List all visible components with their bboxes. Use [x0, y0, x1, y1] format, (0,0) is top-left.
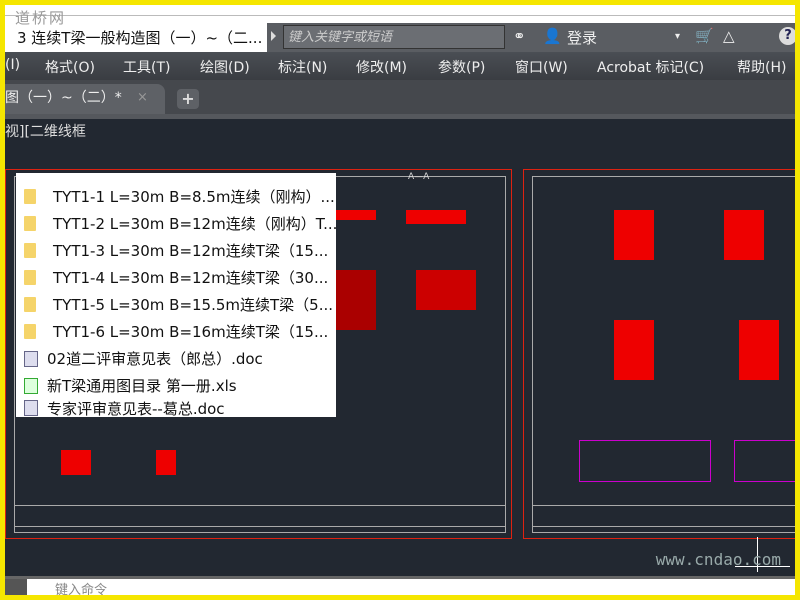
- list-item[interactable]: TYT1-6 L=30m B=16m连续T梁（15...: [24, 318, 328, 345]
- command-options-button[interactable]: [5, 579, 27, 595]
- command-input[interactable]: 键入命令: [55, 579, 107, 595]
- item-label: 专家评审意见表--葛总.doc: [47, 399, 225, 418]
- logo: 道桥网: [15, 9, 67, 27]
- item-label: TYT1-6 L=30m B=16m连续T梁（15...: [53, 323, 329, 341]
- list-item[interactable]: TYT1-5 L=30m B=15.5m连续T梁（5...: [24, 291, 333, 318]
- command-line: 键入命令: [5, 576, 795, 595]
- binoculars-icon[interactable]: ⚭: [513, 27, 526, 45]
- item-label: 02道二评审意见表（郎总）.doc: [47, 350, 263, 368]
- section-label: A—A: [408, 172, 430, 182]
- folder-icon: [24, 297, 36, 312]
- tab-label: 图（一）~（二）*: [5, 90, 122, 106]
- item-label: TYT1-5 L=30m B=15.5m连续T梁（5...: [53, 296, 334, 314]
- item-label: TYT1-2 L=30m B=12m连续（刚构）T...: [53, 215, 338, 233]
- menu-modify[interactable]: 修改(M): [356, 57, 407, 77]
- file-tab-bar: 图（一）~（二）* × +: [5, 80, 795, 119]
- watermark: www.cndao.com: [655, 550, 781, 569]
- infocenter-toolbar: 键入关键字或短语 ⚭ 👤 登录 ▾ 🛒 △ ?: [267, 23, 795, 52]
- new-tab-button[interactable]: +: [177, 89, 199, 109]
- menu-insert[interactable]: (I): [5, 57, 20, 73]
- tab-drawing[interactable]: 图（一）~（二）* ×: [5, 84, 165, 114]
- folder-icon: [24, 216, 36, 231]
- menu-acrobat[interactable]: Acrobat 标记(C): [597, 57, 704, 77]
- user-icon[interactable]: 👤: [543, 27, 562, 45]
- menu-draw[interactable]: 绘图(D): [200, 57, 250, 77]
- close-tab-icon[interactable]: ×: [137, 84, 148, 112]
- drawing-sheet-right: [523, 169, 795, 539]
- cart-icon[interactable]: 🛒: [695, 27, 714, 45]
- folder-icon: [24, 270, 36, 285]
- item-label: TYT1-4 L=30m B=12m连续T梁（30...: [53, 269, 329, 287]
- item-label: TYT1-3 L=30m B=12m连续T梁（15...: [53, 242, 329, 260]
- expand-arrow-icon[interactable]: [271, 31, 276, 41]
- dropdown-icon[interactable]: ▾: [675, 31, 680, 42]
- viewport-label[interactable]: 视][二维线框: [5, 121, 86, 141]
- folder-icon: [24, 243, 36, 258]
- exchange-icon[interactable]: △: [723, 27, 735, 45]
- list-item[interactable]: TYT1-1 L=30m B=8.5m连续（刚构）...: [24, 183, 335, 210]
- list-item[interactable]: 专家评审意见表--葛总.doc: [24, 399, 225, 417]
- word-doc-icon: [24, 400, 38, 416]
- list-item[interactable]: 新T梁通用图目录 第一册.xls: [24, 372, 237, 399]
- menu-parameters[interactable]: 参数(P): [438, 57, 485, 77]
- list-item[interactable]: 02道二评审意见表（郎总）.doc: [24, 345, 263, 372]
- menu-window[interactable]: 窗口(W): [515, 57, 568, 77]
- window-title: 3 连续T梁一般构造图（一）~（二...: [17, 29, 263, 47]
- menu-bar: (I) 格式(O) 工具(T) 绘图(D) 标注(N) 修改(M) 参数(P) …: [5, 52, 795, 80]
- list-item[interactable]: TYT1-3 L=30m B=12m连续T梁（15...: [24, 237, 328, 264]
- list-item[interactable]: TYT1-2 L=30m B=12m连续（刚构）T...: [24, 210, 337, 237]
- autocad-window: 道桥网 3 连续T梁一般构造图（一）~（二... 键入关键字或短语 ⚭ 👤 登录…: [5, 5, 795, 595]
- item-label: 新T梁通用图目录 第一册.xls: [47, 377, 237, 395]
- menu-dimension[interactable]: 标注(N): [278, 57, 327, 77]
- help-button[interactable]: ?: [779, 27, 795, 45]
- menu-tools[interactable]: 工具(T): [123, 57, 170, 77]
- item-label: TYT1-1 L=30m B=8.5m连续（刚构）...: [53, 188, 335, 206]
- folder-icon: [24, 324, 36, 339]
- title-bar: 道桥网 3 连续T梁一般构造图（一）~（二... 键入关键字或短语 ⚭ 👤 登录…: [5, 5, 795, 52]
- menu-help[interactable]: 帮助(H): [737, 57, 786, 77]
- file-list-popup: TYT1-1 L=30m B=8.5m连续（刚构）... TYT1-2 L=30…: [16, 173, 337, 417]
- list-item[interactable]: TYT1-4 L=30m B=12m连续T梁（30...: [24, 264, 328, 291]
- word-doc-icon: [24, 350, 38, 367]
- login-button[interactable]: 登录: [567, 27, 597, 48]
- search-input[interactable]: 键入关键字或短语: [283, 25, 505, 49]
- menu-format[interactable]: 格式(O): [45, 57, 95, 77]
- folder-icon: [24, 189, 36, 204]
- excel-icon: [24, 377, 38, 394]
